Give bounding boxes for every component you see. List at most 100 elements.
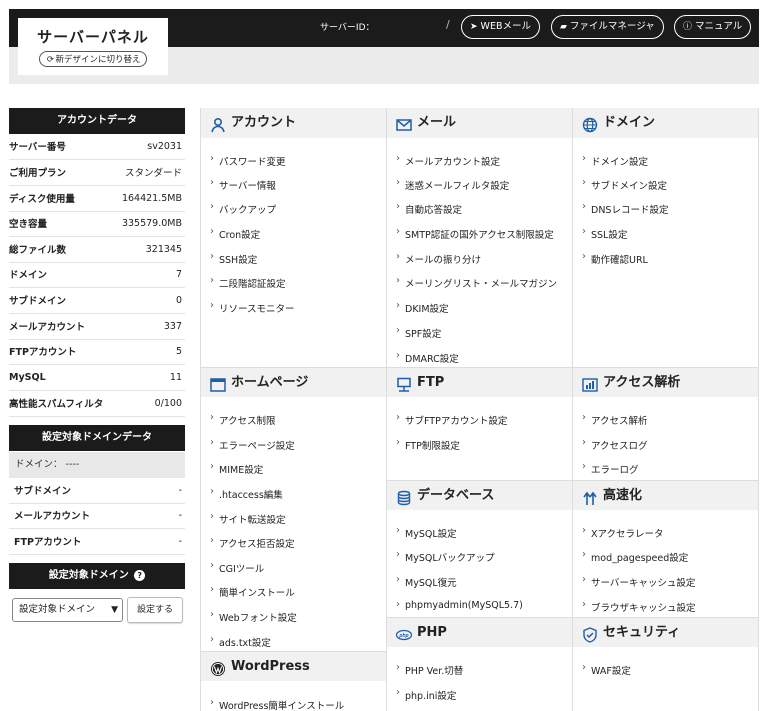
- row-key: FTPアカウント: [14, 537, 82, 549]
- menu-link-mail[interactable]: メールの振り分け: [395, 251, 481, 266]
- menu-link-homepage[interactable]: MIME設定: [209, 461, 263, 476]
- menu-link-account[interactable]: リソースモニター: [209, 300, 295, 315]
- menu-link-database[interactable]: MySQL設定: [395, 525, 457, 540]
- filemanager-label: ファイルマネージャ: [569, 21, 655, 32]
- svg-text:php: php: [398, 633, 408, 639]
- menu-link-homepage[interactable]: エラーページ設定: [209, 437, 295, 452]
- row-key: メールアカウント: [14, 511, 91, 523]
- row-value: スタンダード: [124, 168, 182, 180]
- manual-button[interactable]: ⓘ マニュアル: [674, 15, 752, 39]
- header-separator: /: [446, 18, 450, 31]
- refresh-icon: ⟳: [46, 55, 55, 65]
- account-data-row: ご利用プラン スタンダード: [9, 160, 185, 186]
- menu-link-homepage[interactable]: ads.txt設定: [209, 634, 271, 649]
- menu-link-domain[interactable]: DNSレコード設定: [581, 201, 668, 216]
- menu-link-security[interactable]: WAF設定: [581, 662, 631, 677]
- panel-title: サーバーパネル: [37, 28, 149, 46]
- menu-link-analytics[interactable]: アクセス解析: [581, 412, 648, 427]
- section-title: メール: [417, 115, 457, 130]
- menu-link-domain[interactable]: ドメイン設定: [581, 153, 648, 168]
- menu-link-speed[interactable]: mod_pagespeed設定: [581, 549, 688, 564]
- menu-link-domain[interactable]: サブドメイン設定: [581, 177, 667, 192]
- menu-link-account[interactable]: サーバー情報: [209, 177, 276, 192]
- menu-link-ftp[interactable]: FTP制限設定: [395, 437, 460, 452]
- menu-link-php[interactable]: PHP Ver.切替: [395, 662, 463, 677]
- domain-select-value: 設定対象ドメイン: [19, 604, 96, 615]
- menu-link-speed[interactable]: ブラウザキャッシュ設定: [581, 599, 696, 614]
- set-domain-button[interactable]: 設定する: [127, 597, 183, 623]
- filemanager-button[interactable]: ▰ ファイルマネージャ: [551, 15, 664, 39]
- row-key: 空き容量: [9, 219, 48, 231]
- account-data-row: ディスク使用量 164421.5MB: [9, 186, 185, 212]
- section-header-php: php PHP: [387, 617, 572, 647]
- domain-select-title: 設定対象ドメイン: [48, 570, 129, 581]
- menu-link-homepage[interactable]: CGIツール: [209, 560, 264, 575]
- menu-link-account[interactable]: 二段階認証設定: [209, 275, 286, 290]
- menu-link-speed[interactable]: サーバーキャッシュ設定: [581, 574, 695, 589]
- menu-link-account[interactable]: バックアップ: [209, 201, 276, 216]
- menu-link-account[interactable]: SSH設定: [209, 251, 257, 266]
- menu-link-mail[interactable]: SPF設定: [395, 325, 441, 340]
- menu-link-account[interactable]: パスワード変更: [209, 153, 286, 168]
- menu-link-mail[interactable]: メールアカウント設定: [395, 153, 500, 168]
- menu-link-wordpress[interactable]: WordPress簡単インストール: [209, 697, 344, 711]
- row-value: 164421.5MB: [121, 192, 182, 204]
- row-value: 335579.0MB: [121, 217, 182, 229]
- row-key: サブドメイン: [14, 486, 72, 498]
- menu-link-mail[interactable]: DKIM設定: [395, 300, 449, 315]
- row-key: サーバー番号: [9, 142, 66, 154]
- menu-link-domain[interactable]: SSL設定: [581, 226, 627, 241]
- menu-link-analytics[interactable]: エラーログ: [581, 461, 639, 476]
- section-title: アクセス解析: [603, 375, 681, 390]
- homepage-icon: [210, 375, 226, 392]
- domain-select[interactable]: 設定対象ドメイン ▼: [12, 598, 123, 622]
- row-value: sv2031: [147, 140, 182, 152]
- account-data-row: 総ファイル数 321345: [9, 237, 185, 263]
- menu-link-database[interactable]: MySQLバックアップ: [395, 549, 495, 564]
- menu-link-homepage[interactable]: .htaccess編集: [209, 486, 283, 501]
- row-key: メールアカウント: [9, 322, 86, 334]
- menu-link-domain[interactable]: 動作確認URL: [581, 251, 648, 266]
- menu-link-database[interactable]: phpmyadmin(MySQL5.7): [395, 599, 523, 611]
- switch-design-button[interactable]: ⟳新デザインに切り替え: [39, 51, 147, 67]
- row-value: 337: [163, 320, 182, 332]
- row-key: FTPアカウント: [9, 347, 77, 359]
- logo-box: サーバーパネル ⟳新デザインに切り替え: [18, 18, 168, 75]
- menu-link-speed[interactable]: Xアクセラレータ: [581, 525, 664, 540]
- menu-link-php[interactable]: php.ini設定: [395, 687, 456, 702]
- row-value: 321345: [145, 243, 182, 255]
- help-icon[interactable]: ?: [134, 569, 146, 581]
- menu-link-homepage[interactable]: 簡単インストール: [209, 584, 295, 599]
- menu-link-mail[interactable]: SMTP認証の国外アクセス制限設定: [395, 226, 554, 241]
- domain-data-row: FTPアカウント -: [9, 529, 185, 555]
- section-title: ホームページ: [231, 375, 309, 390]
- row-value: 7: [175, 268, 182, 280]
- row-value: 0: [175, 294, 182, 306]
- php-icon: php: [395, 625, 413, 641]
- menu-link-homepage[interactable]: Webフォント設定: [209, 609, 297, 624]
- row-key: ドメイン: [9, 270, 48, 282]
- section-header-account: アカウント: [201, 108, 386, 138]
- domain-data-heading: 設定対象ドメインデータ: [9, 425, 185, 451]
- menu-link-database[interactable]: MySQL復元: [395, 574, 457, 589]
- section-title: セキュリティ: [603, 625, 681, 640]
- account-data-row: メールアカウント 337: [9, 314, 185, 340]
- webmail-button[interactable]: ➤ WEBメール: [461, 15, 540, 39]
- menu-link-analytics[interactable]: アクセスログ: [581, 437, 648, 452]
- menu-link-mail[interactable]: 自動応答設定: [395, 201, 462, 216]
- menu-link-homepage[interactable]: アクセス拒否設定: [209, 535, 295, 550]
- row-key: サブドメイン: [9, 296, 67, 308]
- menu-link-homepage[interactable]: アクセス制限: [209, 412, 276, 427]
- target-domain-line: ドメイン： ----: [9, 452, 185, 478]
- menu-link-mail[interactable]: メーリングリスト・メールマガジン: [395, 275, 557, 290]
- section-header-analytics: アクセス解析: [573, 367, 758, 397]
- menu-link-account[interactable]: Cron設定: [209, 226, 260, 241]
- webmail-label: WEBメール: [480, 21, 531, 32]
- section-title: ドメイン: [603, 115, 656, 130]
- menu-link-mail[interactable]: DMARC設定: [395, 350, 459, 365]
- account-data-row: サーバー番号 sv2031: [9, 134, 185, 160]
- menu-link-mail[interactable]: 迷惑メールフィルタ設定: [395, 177, 509, 192]
- menu-link-ftp[interactable]: サブFTPアカウント設定: [395, 412, 507, 427]
- menu-link-homepage[interactable]: サイト転送設定: [209, 511, 286, 526]
- section-header-database: データベース: [387, 480, 572, 510]
